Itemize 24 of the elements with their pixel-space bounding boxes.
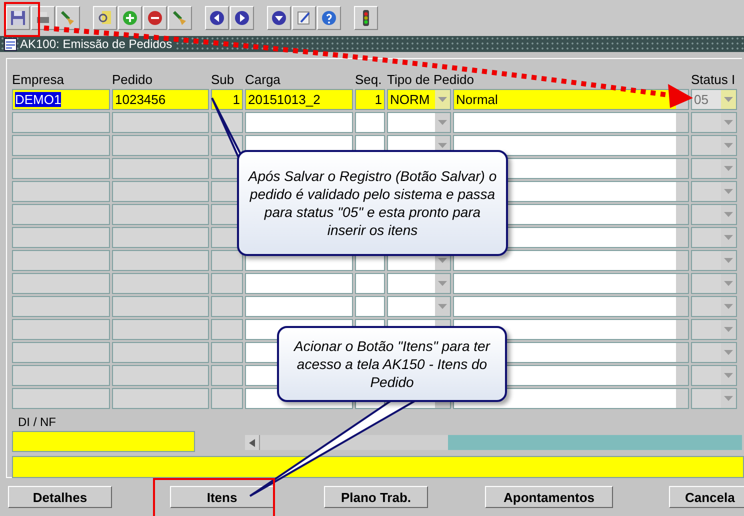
table-cell[interactable]: 1023456 [112,89,209,110]
table-cell[interactable]: 1 [355,89,385,110]
column-header: Sub [211,72,234,87]
callout-tooltip: Acionar o Botão "Itens" para ter acesso a tela AK150 - Itens do Pedido [277,326,507,402]
column-header: Empresa [12,72,64,87]
column-header: Carga [245,72,280,87]
callout-tooltip: Após Salvar o Registro (Botão Salvar) o pedido é validado pelo sistema e passa para status "05" e esta pronto para inserir os itens [237,150,508,256]
action-button[interactable]: Itens [170,486,274,508]
column-header: Seq. [355,72,382,87]
action-button[interactable]: Detalhes [8,486,112,508]
action-button[interactable]: Apontamentos [485,486,613,508]
table-cell[interactable]: 20151013_2 [245,89,353,110]
column-header: Pedido [112,72,152,87]
action-button[interactable]: Plano Trab. [324,486,428,508]
table-cell[interactable]: DEMO1 [12,89,110,110]
table-cell[interactable]: 1 [211,89,243,110]
table-cell[interactable]: 05 [691,89,737,110]
column-header: Tipo de Pedido [387,72,474,87]
window-title: AK100: Emissão de Pedidos [20,37,176,51]
action-button[interactable]: Cancela [669,486,744,508]
table-cell[interactable]: Normal [453,89,689,110]
table-cell[interactable]: NORM [387,89,451,110]
column-header: Status I [691,72,736,87]
field-label: DI / NF [17,415,57,429]
